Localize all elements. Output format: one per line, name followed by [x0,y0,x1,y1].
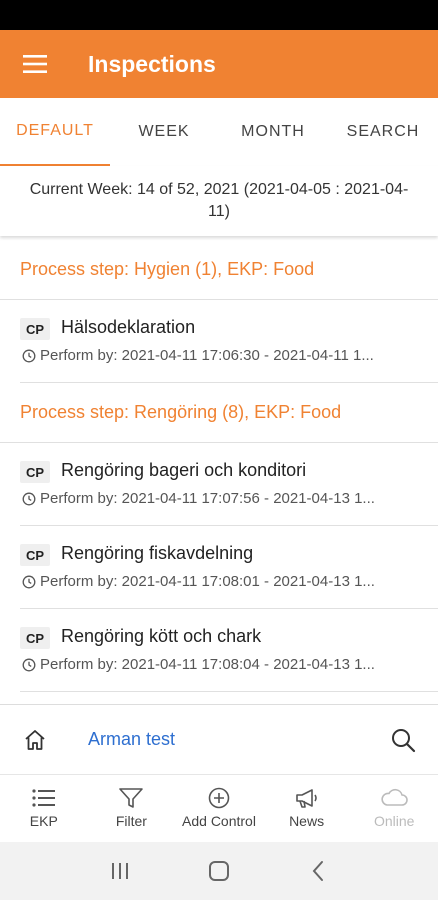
inspection-list: Process step: Hygien (1), EKP: Food CP H… [0,240,438,692]
page-title: Inspections [88,50,216,77]
status-bar [0,0,438,30]
hamburger-menu-icon [23,55,47,73]
item-subtitle: Perform by: 2021-04-11 17:08:01 - 2021-0… [22,573,417,590]
list-item[interactable]: CP Hälsodeklaration Perform by: 2021-04-… [20,300,438,383]
tab-month[interactable]: MONTH [218,98,328,166]
home-icon [25,729,45,750]
nav-item-ekp[interactable]: EKP [0,775,88,842]
nav-item-online[interactable]: Online [350,775,438,842]
clock-icon [22,575,36,588]
item-subtitle: Perform by: 2021-04-11 17:07:56 - 2021-0… [22,490,417,507]
item-title: Hälsodeklaration [61,317,196,337]
back-chevron-icon [312,861,324,881]
menu-button[interactable] [0,30,70,98]
megaphone-icon [295,789,317,808]
clock-icon [22,492,36,505]
app-bar: Inspections [0,30,438,98]
add-circle-icon [208,787,230,809]
nav-item-add-control[interactable]: Add Control [175,775,263,842]
cp-badge: CP [20,318,50,340]
clock-icon [22,349,36,362]
cp-badge: CP [20,544,50,566]
nav-label-news: News [289,813,325,829]
item-perform-by: Perform by: 2021-04-11 17:08:01 - 2021-0… [40,573,375,590]
tab-bar: DEFAULT WEEK MONTH SEARCH [0,98,438,166]
nav-label-online: Online [373,813,415,829]
nav-label-add-control: Add Control [182,813,256,829]
item-perform-by: Perform by: 2021-04-11 17:07:56 - 2021-0… [40,490,375,507]
nav-item-news[interactable]: News [263,775,351,842]
item-subtitle: Perform by: 2021-04-11 17:08:04 - 2021-0… [22,656,417,673]
filter-icon [119,788,144,808]
clock-icon [22,658,36,671]
system-navigation-bar [0,842,438,900]
user-bar: Arman test [0,704,438,774]
group-header-rengoring: Process step: Rengöring (8), EKP: Food [0,383,438,443]
nav-label-filter: Filter [115,813,147,829]
cp-badge: CP [20,627,50,649]
list-item[interactable]: CP Rengöring kött och chark Perform by: … [20,609,438,692]
item-title: Rengöring kött och chark [61,626,262,646]
recent-apps-button[interactable] [100,851,140,891]
back-button[interactable] [298,851,338,891]
nav-label-ekp: EKP [29,813,58,829]
tab-week[interactable]: WEEK [110,98,218,166]
list-item[interactable]: CP Rengöring bageri och konditori Perfor… [20,443,438,526]
home-button[interactable] [0,705,70,775]
item-perform-by: Perform by: 2021-04-11 17:08:04 - 2021-0… [40,656,375,673]
home-system-button[interactable] [199,851,239,891]
item-title: Rengöring bageri och konditori [61,460,307,480]
tab-default[interactable]: DEFAULT [0,98,110,166]
bottom-nav: EKP Filter Add Control News Online [0,774,438,842]
item-perform-by: Perform by: 2021-04-11 17:06:30 - 2021-0… [40,347,374,364]
tab-search[interactable]: SEARCH [328,98,438,166]
nav-item-filter[interactable]: Filter [88,775,176,842]
cloud-icon [381,788,408,806]
list-item[interactable]: CP Rengöring fiskavdelning Perform by: 2… [20,526,438,609]
recent-apps-icon [111,863,128,879]
item-subtitle: Perform by: 2021-04-11 17:06:30 - 2021-0… [22,347,417,364]
item-title: Rengöring fiskavdelning [61,543,254,563]
group-header-hygien: Process step: Hygien (1), EKP: Food [0,240,438,300]
list-icon [32,789,55,807]
search-icon [392,728,416,752]
user-name-link[interactable]: Arman test [88,729,368,750]
cp-badge: CP [20,461,50,483]
search-button[interactable] [368,705,438,775]
current-week-info: Current Week: 14 of 52, 2021 (2021-04-05… [0,166,438,236]
home-square-icon [208,861,229,881]
